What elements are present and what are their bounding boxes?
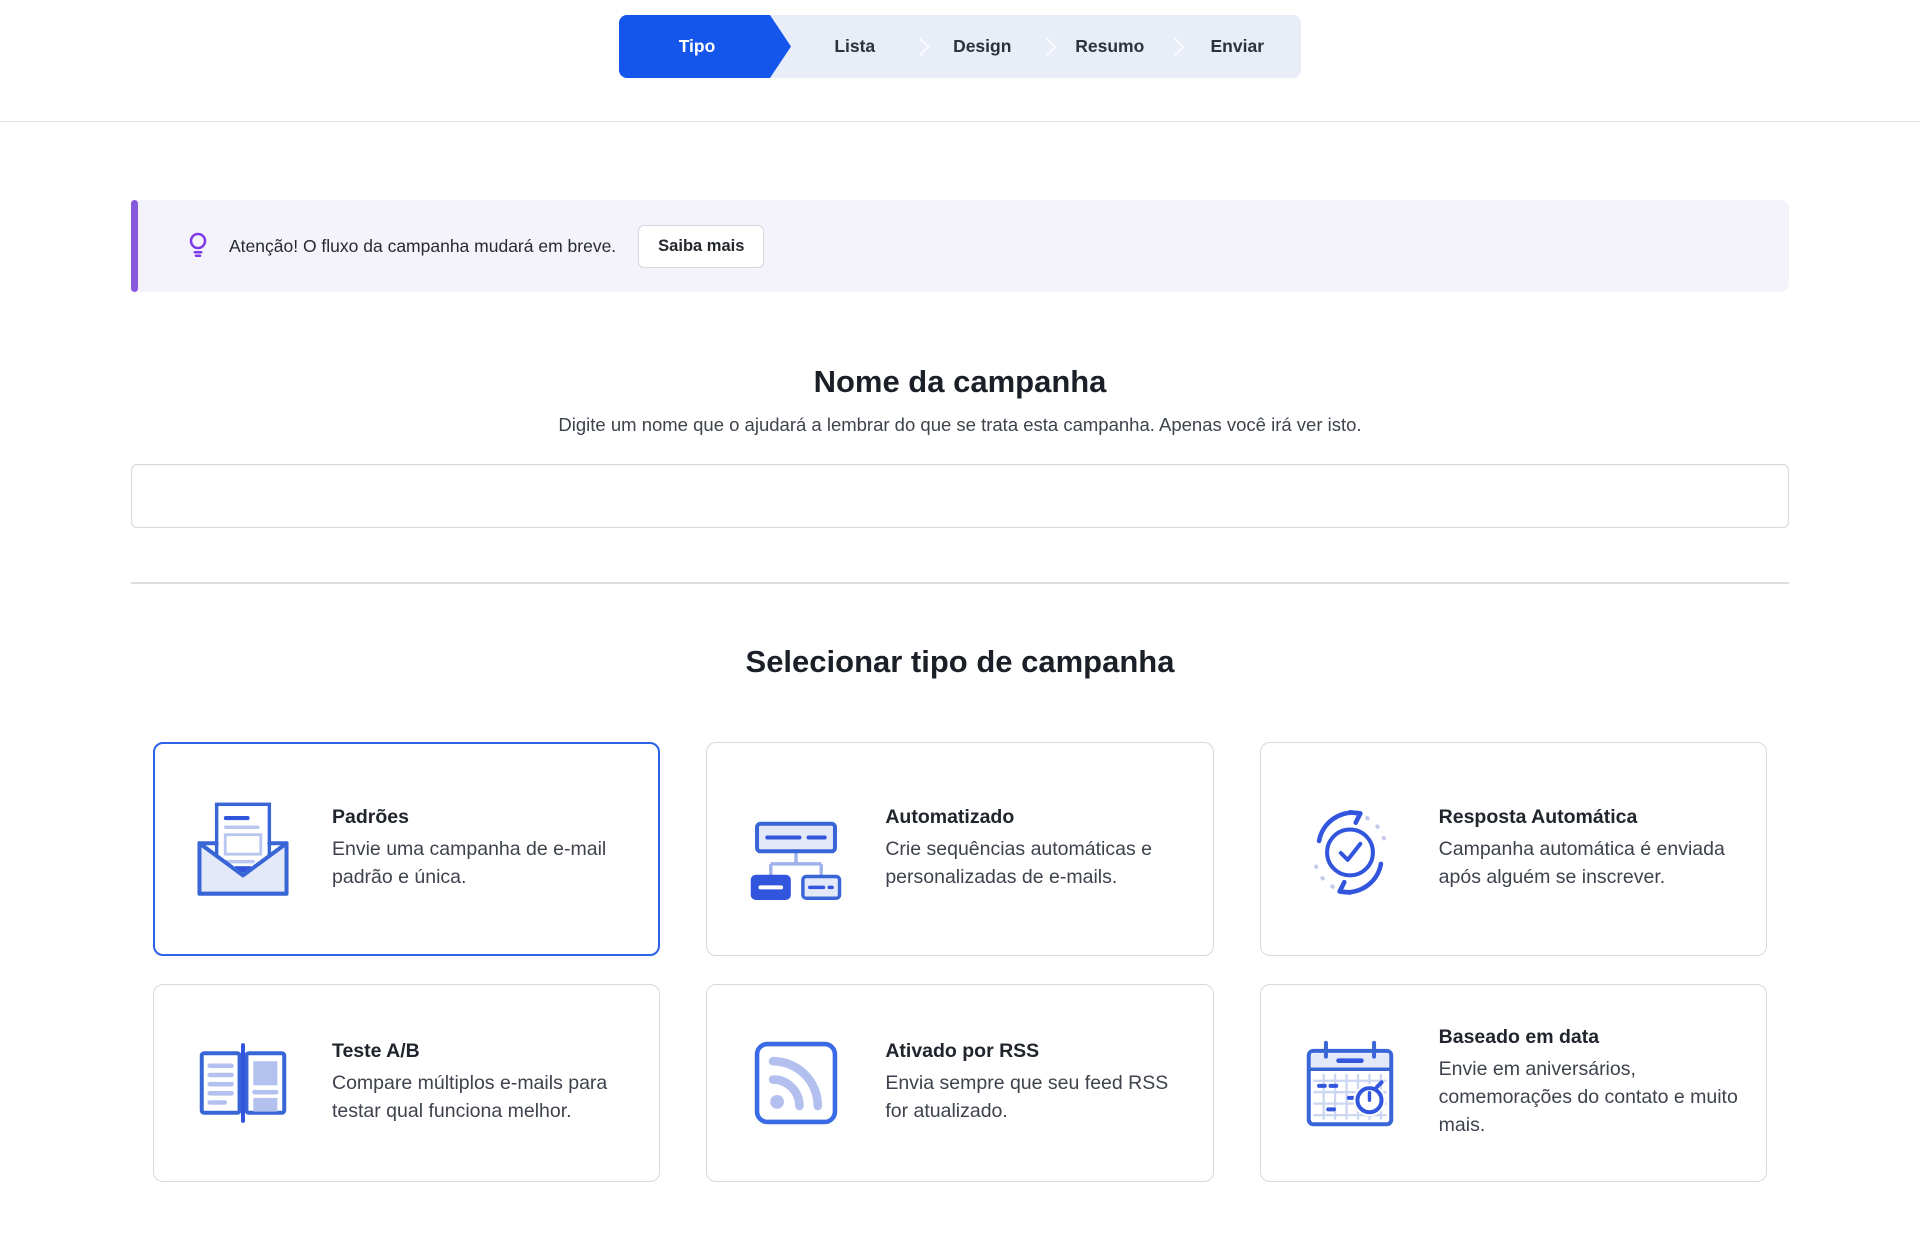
banner-message: Atenção! O fluxo da campanha mudará em b…	[229, 236, 616, 257]
card-description: Envie uma campanha de e-mail padrão e ún…	[332, 836, 635, 891]
rss-icon	[741, 1028, 851, 1138]
page-content: Atenção! O fluxo da campanha mudará em b…	[131, 200, 1789, 1182]
card-title: Ativado por RSS	[885, 1040, 1188, 1063]
card-description: Campanha automática é enviada após algué…	[1439, 836, 1742, 891]
calendar-clock-icon	[1295, 1028, 1405, 1138]
card-title: Resposta Automática	[1439, 806, 1742, 829]
card-description: Crie sequências automáticas e personaliz…	[885, 836, 1188, 891]
step-tab-tipo[interactable]: Tipo	[619, 15, 791, 78]
lightbulb-icon	[183, 229, 213, 264]
card-resposta-automatica[interactable]: Resposta Automática Campanha automática …	[1260, 742, 1767, 956]
card-description: Compare múltiplos e-mails para testar qu…	[332, 1070, 635, 1125]
learn-more-button[interactable]: Saiba mais	[638, 225, 764, 268]
card-title: Padrões	[332, 806, 635, 829]
card-description: Envie em aniversários, comemorações do c…	[1439, 1056, 1742, 1139]
wizard-header: Tipo Lista Design Resumo Enviar	[0, 15, 1920, 122]
banner-accent-bar	[131, 200, 138, 292]
campaign-stepper: Tipo Lista Design Resumo Enviar	[619, 15, 1301, 78]
card-description: Envia sempre que seu feed RSS for atuali…	[885, 1070, 1188, 1125]
step-tab-resumo[interactable]: Resumo	[1046, 15, 1174, 78]
card-title: Baseado em data	[1439, 1026, 1742, 1049]
notice-banner: Atenção! O fluxo da campanha mudará em b…	[131, 200, 1789, 292]
split-document-icon	[188, 1028, 298, 1138]
campaign-type-grid: Padrões Envie uma campanha de e-mail pad…	[131, 742, 1789, 1182]
campaign-type-title: Selecionar tipo de campanha	[131, 644, 1789, 680]
card-automatizado[interactable]: Automatizado Crie sequências automáticas…	[706, 742, 1213, 956]
flowchart-icon	[741, 794, 851, 904]
card-title: Automatizado	[885, 806, 1188, 829]
card-teste-ab[interactable]: Teste A/B Compare múltiplos e-mails para…	[153, 984, 660, 1182]
section-divider	[131, 582, 1789, 584]
campaign-name-subtitle: Digite um nome que o ajudará a lembrar d…	[131, 414, 1789, 436]
campaign-name-title: Nome da campanha	[131, 364, 1789, 400]
open-envelope-icon	[188, 794, 298, 904]
card-padroes[interactable]: Padrões Envie uma campanha de e-mail pad…	[153, 742, 660, 956]
card-ativado-por-rss[interactable]: Ativado por RSS Envia sempre que seu fee…	[706, 984, 1213, 1182]
step-tab-lista[interactable]: Lista	[791, 15, 919, 78]
card-baseado-em-data[interactable]: Baseado em data Envie em aniversários, c…	[1260, 984, 1767, 1182]
step-tab-enviar[interactable]: Enviar	[1174, 15, 1302, 78]
step-tab-design[interactable]: Design	[919, 15, 1047, 78]
campaign-name-input[interactable]	[131, 464, 1789, 528]
card-title: Teste A/B	[332, 1040, 635, 1063]
sync-check-icon	[1295, 794, 1405, 904]
